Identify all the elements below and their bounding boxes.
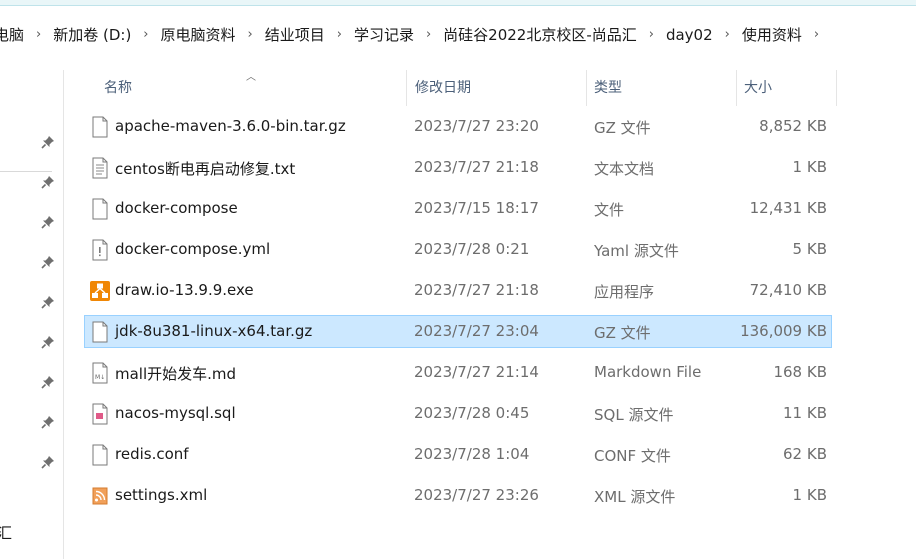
pin-icon bbox=[40, 134, 56, 150]
breadcrumb-item[interactable]: day02 bbox=[660, 26, 719, 44]
pin-icon bbox=[40, 374, 56, 390]
pin-icon bbox=[40, 214, 56, 230]
sql-file-icon bbox=[91, 403, 109, 425]
svg-text:M↓: M↓ bbox=[95, 374, 105, 381]
file-type: Yaml 源文件 bbox=[594, 242, 679, 260]
breadcrumb-item[interactable]: 原电脑资料 bbox=[155, 24, 242, 45]
file-modified-date: 2023/7/27 21:18 bbox=[414, 158, 539, 176]
file-modified-date: 2023/7/27 23:26 bbox=[414, 486, 539, 504]
file-row[interactable]: docker-compose.yml 2023/7/28 0:21 Yaml 源文件… bbox=[84, 233, 832, 266]
file-row[interactable]: draw.io-13.9.9.exe 2023/7/27 21:18 应用程序 72,… bbox=[84, 274, 832, 307]
file-type: 文件 bbox=[594, 201, 625, 219]
file-row[interactable]: settings.xml 2023/7/27 23:26 XML 源文件 1 KB bbox=[84, 479, 832, 512]
file-size: 168 KB bbox=[773, 363, 827, 381]
chevron-right-icon[interactable]: › bbox=[137, 27, 154, 42]
chevron-right-icon[interactable]: › bbox=[643, 27, 660, 42]
file-type: SQL 源文件 bbox=[594, 406, 674, 424]
file-modified-date: 2023/7/27 23:04 bbox=[414, 322, 539, 340]
file-name: centos断电再启动修复.txt bbox=[115, 160, 296, 178]
yaml-file-icon bbox=[91, 239, 109, 261]
pin-icon bbox=[40, 254, 56, 270]
file-row[interactable]: redis.conf 2023/7/28 1:04 CONF 文件 62 KB bbox=[84, 438, 832, 471]
file-type: Markdown File bbox=[594, 363, 702, 381]
pin-icon bbox=[40, 294, 56, 310]
file-size: 12,431 KB bbox=[749, 199, 827, 217]
file-modified-date: 2023/7/28 0:45 bbox=[414, 404, 530, 422]
file-row[interactable]: M↓ mall开始发车.md 2023/7/27 21:14 Markdown Fil… bbox=[84, 356, 832, 389]
file-icon bbox=[91, 321, 109, 343]
file-size: 1 KB bbox=[792, 158, 827, 176]
column-header-type[interactable]: 类型 bbox=[586, 70, 622, 106]
pin-icon bbox=[40, 414, 56, 430]
file-modified-date: 2023/7/27 23:20 bbox=[414, 117, 539, 135]
sort-ascending-icon: ︿ bbox=[246, 72, 256, 83]
file-size: 8,852 KB bbox=[759, 117, 827, 135]
breadcrumb-item[interactable]: 尚硅谷2022北京校区-尚品汇 bbox=[437, 24, 643, 45]
file-size: 11 KB bbox=[783, 404, 827, 422]
chevron-right-icon[interactable]: › bbox=[420, 27, 437, 42]
breadcrumb-item[interactable]: 新加卷 (D:) bbox=[47, 24, 137, 45]
file-row[interactable]: nacos-mysql.sql 2023/7/28 0:45 SQL 源文件 11 K… bbox=[84, 397, 832, 430]
pin-icon bbox=[40, 174, 56, 190]
chevron-right-icon[interactable]: › bbox=[331, 27, 348, 42]
file-type: XML 源文件 bbox=[594, 488, 676, 506]
file-row[interactable]: apache-maven-3.6.0-bin.tar.gz 2023/7/27 2… bbox=[84, 110, 832, 143]
column-header-size[interactable]: 大小 bbox=[736, 70, 772, 106]
file-row[interactable]: docker-compose 2023/7/15 18:17 文件 12,431 KB bbox=[84, 192, 832, 225]
nav-divider bbox=[0, 171, 52, 172]
file-row[interactable]: jdk-8u381-linux-x64.tar.gz 2023/7/27 23:0… bbox=[84, 315, 832, 348]
file-type: 文本文档 bbox=[594, 160, 655, 178]
file-name: nacos-mysql.sql bbox=[115, 404, 236, 422]
file-name: draw.io-13.9.9.exe bbox=[115, 281, 254, 299]
file-name: redis.conf bbox=[115, 445, 189, 463]
file-name: docker-compose.yml bbox=[115, 240, 271, 258]
file-size: 62 KB bbox=[783, 445, 827, 463]
column-header-row: ︿ 名称 修改日期 类型 大小 bbox=[64, 70, 916, 106]
text-file-icon bbox=[91, 157, 109, 179]
file-name: jdk-8u381-linux-x64.tar.gz bbox=[115, 322, 313, 340]
file-icon bbox=[91, 444, 109, 466]
file-size: 1 KB bbox=[792, 486, 827, 504]
file-icon bbox=[91, 116, 109, 138]
xml-file-icon bbox=[91, 485, 109, 507]
file-modified-date: 2023/7/27 21:14 bbox=[414, 363, 539, 381]
column-header-name[interactable]: 名称 bbox=[96, 70, 132, 106]
file-type: GZ 文件 bbox=[594, 119, 651, 137]
breadcrumb: 电脑 › 新加卷 (D:) › 原电脑资料 › 结业项目 › 学习记录 › 尚硅谷2022北京校区-… bbox=[0, 6, 916, 63]
file-row[interactable]: centos断电再启动修复.txt 2023/7/27 21:18 文本文档 1 KB bbox=[84, 151, 832, 184]
column-separator[interactable] bbox=[836, 70, 837, 106]
chevron-right-icon[interactable]: › bbox=[719, 27, 736, 42]
pin-icon bbox=[40, 454, 56, 470]
file-name: settings.xml bbox=[115, 486, 208, 504]
file-type: CONF 文件 bbox=[594, 447, 671, 465]
markdown-file-icon: M↓ bbox=[91, 362, 109, 384]
file-modified-date: 2023/7/28 0:21 bbox=[414, 240, 530, 258]
file-type: 应用程序 bbox=[594, 283, 655, 301]
chevron-right-icon[interactable]: › bbox=[808, 27, 825, 42]
breadcrumb-item[interactable]: 学习记录 bbox=[348, 24, 420, 45]
navigation-pane[interactable]: 汇 bbox=[0, 70, 64, 559]
file-size: 136,009 KB bbox=[740, 322, 827, 340]
nav-item-label-partial[interactable]: 汇 bbox=[0, 522, 12, 543]
column-header-date[interactable]: 修改日期 bbox=[407, 70, 471, 106]
file-size: 5 KB bbox=[792, 240, 827, 258]
file-modified-date: 2023/7/15 18:17 bbox=[414, 199, 539, 217]
file-name: docker-compose bbox=[115, 199, 238, 217]
file-name: mall开始发车.md bbox=[115, 365, 237, 383]
breadcrumb-item[interactable]: 电脑 bbox=[0, 24, 30, 45]
file-type: GZ 文件 bbox=[594, 324, 651, 342]
breadcrumb-item[interactable]: 结业项目 bbox=[259, 24, 331, 45]
file-modified-date: 2023/7/28 1:04 bbox=[414, 445, 530, 463]
drawio-app-icon bbox=[90, 281, 110, 303]
file-icon bbox=[91, 198, 109, 220]
pin-icon bbox=[40, 334, 56, 350]
chevron-right-icon[interactable]: › bbox=[242, 27, 259, 42]
file-modified-date: 2023/7/27 21:18 bbox=[414, 281, 539, 299]
file-name: apache-maven-3.6.0-bin.tar.gz bbox=[115, 117, 346, 135]
chevron-right-icon[interactable]: › bbox=[30, 27, 47, 42]
file-size: 72,410 KB bbox=[749, 281, 827, 299]
breadcrumb-item[interactable]: 使用资料 bbox=[736, 24, 808, 45]
